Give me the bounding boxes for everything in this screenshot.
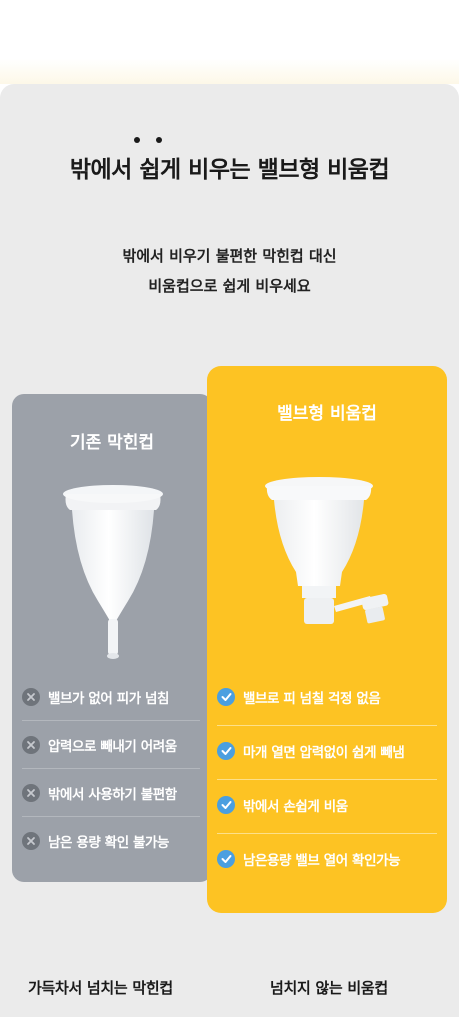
closed-cup-image bbox=[63, 485, 163, 659]
check-circle-icon bbox=[217, 850, 235, 868]
old-feature-label: 밸브가 없어 피가 넘침 bbox=[48, 691, 170, 707]
emphasis-dots bbox=[134, 137, 168, 145]
x-circle-icon bbox=[22, 688, 40, 706]
valve-feature-3: 밖에서 손쉽게 비움 bbox=[217, 795, 348, 815]
valve-cup-title: 밸브형 비움컵 bbox=[277, 404, 377, 424]
x-circle-icon bbox=[22, 832, 40, 850]
valve-feature-label: 남은용량 밸브 열어 확인가능 bbox=[243, 853, 401, 869]
subtitle-line-1: 밖에서 비우기 불편한 막힌컵 대신 bbox=[122, 247, 337, 265]
valve-feature-label: 마개 열면 압력없이 쉽게 빼냄 bbox=[243, 745, 405, 761]
valve-feature-label: 밖에서 손쉽게 비움 bbox=[243, 799, 348, 815]
x-circle-icon bbox=[22, 784, 40, 802]
top-band bbox=[0, 0, 459, 84]
valve-feature-2: 마개 열면 압력없이 쉽게 빼냄 bbox=[217, 741, 405, 761]
old-feature-1: 밸브가 없어 피가 넘침 bbox=[22, 687, 169, 707]
old-feature-4: 남은 용량 확인 불가능 bbox=[22, 831, 169, 851]
valve-cup-caption: 넘치지 않는 비움컵 bbox=[270, 979, 388, 997]
valve-cup-image bbox=[265, 477, 389, 624]
old-feature-label: 밖에서 사용하기 불편함 bbox=[48, 787, 177, 803]
old-feature-label: 압력으로 빼내기 어려움 bbox=[48, 739, 177, 755]
valve-feature-1: 밸브로 피 넘칠 걱정 없음 bbox=[217, 687, 381, 707]
old-cup-title: 기존 막힌컵 bbox=[69, 433, 155, 453]
check-circle-icon bbox=[217, 796, 235, 814]
valve-feature-label: 밸브로 피 넘칠 걱정 없음 bbox=[243, 691, 381, 707]
check-circle-icon bbox=[217, 742, 235, 760]
old-cup-caption: 가득차서 넘치는 막힌컵 bbox=[28, 979, 173, 997]
page-title: 밖에서 쉽게 비우는 밸브형 비움컵 bbox=[69, 157, 390, 183]
valve-cup-card: 밸브형 비움컵 밸브로 피 넘칠 걱정 없음 마개 열면 압력없이 쉽게 빼냄 bbox=[207, 366, 447, 913]
old-cup-card: 기존 막힌컵 밸브가 없어 피가 넘침 압력으로 빼내기 어려움 밖에서 사용하… bbox=[12, 394, 212, 882]
old-feature-3: 밖에서 사용하기 불편함 bbox=[22, 783, 177, 803]
check-circle-icon bbox=[217, 688, 235, 706]
x-circle-icon bbox=[22, 736, 40, 754]
old-feature-label: 남은 용량 확인 불가능 bbox=[48, 835, 170, 851]
valve-feature-4: 남은용량 밸브 열어 확인가능 bbox=[217, 849, 401, 869]
old-feature-2: 압력으로 빼내기 어려움 bbox=[22, 735, 177, 755]
subtitle-line-2: 비움컵으로 쉽게 비우세요 bbox=[148, 277, 311, 295]
